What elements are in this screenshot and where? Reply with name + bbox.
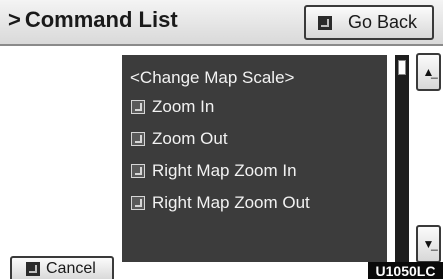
- header-bar: > Command List Go Back: [0, 0, 443, 46]
- list-item-label: Zoom In: [152, 97, 215, 116]
- list-item-label: Right Map Zoom In: [152, 161, 297, 180]
- figure-code-label: U1050LC: [368, 262, 443, 279]
- list-item-right-map-zoom-out[interactable]: Right Map Zoom Out: [131, 193, 310, 213]
- arrow-up-icon: ▲̲: [422, 65, 435, 79]
- list-item-label: Right Map Zoom Out: [152, 193, 310, 212]
- scrollbar-track[interactable]: [395, 55, 409, 262]
- go-back-button[interactable]: Go Back: [304, 5, 434, 40]
- button-icon: [26, 262, 40, 276]
- list-item-right-map-zoom-in[interactable]: Right Map Zoom In: [131, 161, 297, 181]
- chevron-right-icon: >: [8, 7, 21, 32]
- voice-command-icon: [131, 164, 145, 178]
- scroll-up-button[interactable]: ▲̲: [416, 53, 441, 91]
- list-item-zoom-out[interactable]: Zoom Out: [131, 129, 228, 149]
- voice-command-icon: [131, 196, 145, 210]
- command-list-screen: > Command List Go Back <Change Map Scale>…: [0, 0, 443, 279]
- list-item-label: Zoom Out: [152, 129, 228, 148]
- scrollbar-thumb[interactable]: [398, 60, 406, 75]
- cancel-button[interactable]: Cancel: [10, 256, 114, 279]
- arrow-down-icon: ▼̲: [422, 237, 435, 251]
- cancel-label: Cancel: [46, 260, 96, 277]
- voice-command-icon: [131, 132, 145, 146]
- page-title: > Command List: [8, 7, 178, 33]
- scroll-down-button[interactable]: ▼̲: [416, 225, 441, 263]
- list-item-zoom-in[interactable]: Zoom In: [131, 97, 214, 117]
- voice-command-icon: [131, 100, 145, 114]
- list-category-heading: <Change Map Scale>: [130, 68, 295, 87]
- go-back-label: Go Back: [348, 12, 418, 32]
- button-icon: [318, 15, 332, 30]
- page-title-text: Command List: [24, 7, 178, 32]
